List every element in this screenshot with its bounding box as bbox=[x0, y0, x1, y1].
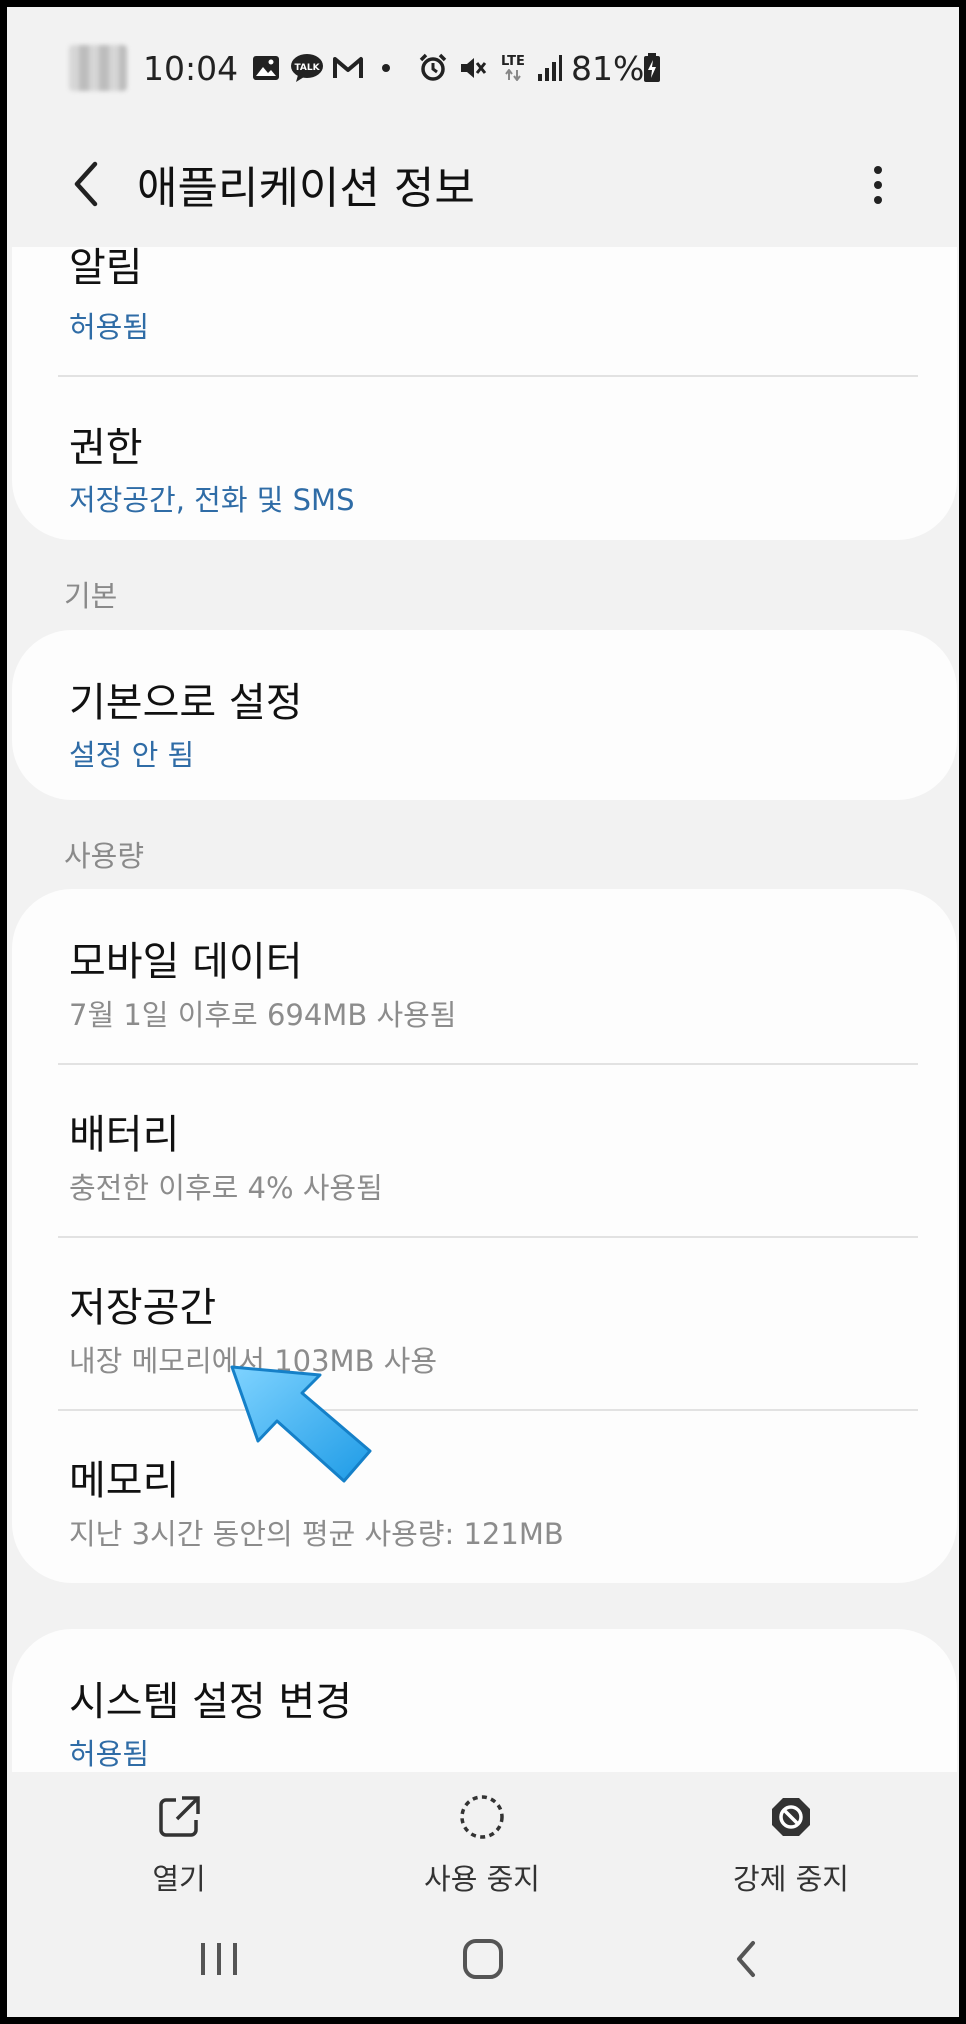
list-item-memory[interactable]: 메모리 지난 3시간 동안의 평균 사용량: 121MB bbox=[12, 1410, 957, 1583]
navigation-bar bbox=[7, 1897, 959, 2017]
open-button[interactable]: 열기 bbox=[79, 1792, 279, 1898]
item-title: 모바일 데이터 bbox=[69, 939, 303, 985]
force-stop-button[interactable]: 강제 중지 bbox=[691, 1792, 891, 1898]
list-item-permissions[interactable]: 권한 저장공간, 전화 및 SMS bbox=[12, 377, 957, 540]
list-item-set-as-default[interactable]: 기본으로 설정 설정 안 됨 bbox=[12, 630, 957, 800]
item-title: 배터리 bbox=[69, 1112, 180, 1158]
bottom-action-bar: 열기 사용 중지 강제 중지 bbox=[7, 1772, 959, 1896]
talk-icon-text: TALK bbox=[294, 63, 320, 73]
item-title: 알림 bbox=[69, 247, 143, 291]
list-item-modify-system-settings[interactable]: 시스템 설정 변경 허용됨 bbox=[12, 1629, 957, 1772]
item-subtitle: 설정 안 됨 bbox=[69, 738, 195, 772]
list-item-storage[interactable]: 저장공간 내장 메모리에서 103MB 사용 bbox=[12, 1237, 957, 1409]
item-title: 기본으로 설정 bbox=[69, 680, 303, 726]
force-stop-label: 강제 중지 bbox=[733, 1862, 849, 1896]
item-subtitle: 충전한 이후로 4% 사용됨 bbox=[69, 1171, 383, 1205]
lte-label: LTE bbox=[501, 54, 525, 69]
item-subtitle: 7월 1일 이후로 694MB 사용됨 bbox=[69, 998, 457, 1032]
nav-back-icon[interactable] bbox=[717, 1937, 777, 1981]
list-item-battery[interactable]: 배터리 충전한 이후로 4% 사용됨 bbox=[12, 1064, 957, 1236]
item-title: 저장공간 bbox=[69, 1285, 217, 1331]
notifications-permissions-card: 알림 허용됨 권한 저장공간, 전화 및 SMS bbox=[12, 247, 957, 540]
status-bar: 10:04 TALK LTE 81% bbox=[7, 7, 959, 122]
home-icon[interactable] bbox=[453, 1937, 513, 1981]
disable-dashed-circle-icon bbox=[457, 1792, 507, 1842]
item-title: 권한 bbox=[69, 425, 143, 471]
page-title: 애플리케이션 정보 bbox=[137, 163, 475, 214]
gmail-icon bbox=[331, 53, 365, 83]
section-header-usage: 사용량 bbox=[64, 839, 145, 873]
mute-icon bbox=[457, 53, 489, 83]
lte-icon: LTE bbox=[499, 53, 527, 83]
list-item-mobile-data[interactable]: 모바일 데이터 7월 1일 이후로 694MB 사용됨 bbox=[12, 889, 957, 1062]
force-stop-icon bbox=[766, 1792, 816, 1842]
back-arrow-icon[interactable] bbox=[63, 154, 113, 214]
recents-icon[interactable] bbox=[189, 1937, 249, 1981]
dot-icon bbox=[379, 53, 393, 83]
more-vert-icon[interactable] bbox=[863, 150, 893, 220]
item-subtitle: 허용됨 bbox=[69, 310, 150, 344]
section-header-default: 기본 bbox=[64, 579, 118, 613]
default-card: 기본으로 설정 설정 안 됨 bbox=[12, 630, 957, 800]
system-settings-card: 시스템 설정 변경 허용됨 bbox=[12, 1629, 957, 1772]
gallery-icon bbox=[251, 53, 281, 83]
item-title: 메모리 bbox=[69, 1458, 180, 1504]
disable-button[interactable]: 사용 중지 bbox=[382, 1792, 582, 1898]
list-item-notifications[interactable]: 알림 허용됨 bbox=[12, 247, 957, 377]
disable-label: 사용 중지 bbox=[424, 1862, 540, 1896]
app-info-screen: 10:04 TALK LTE 81% 애플리케이션 정보 알림 허용됨 권한 저… bbox=[7, 7, 959, 2017]
open-external-icon bbox=[154, 1792, 204, 1842]
usage-card: 모바일 데이터 7월 1일 이후로 694MB 사용됨 배터리 충전한 이후로 … bbox=[12, 889, 957, 1583]
blurred-notification-icon bbox=[69, 45, 127, 91]
annotation-arrow-icon bbox=[230, 1365, 372, 1483]
item-subtitle: 허용됨 bbox=[69, 1737, 150, 1771]
item-title: 시스템 설정 변경 bbox=[69, 1679, 353, 1725]
item-subtitle: 저장공간, 전화 및 SMS bbox=[69, 483, 355, 517]
status-time: 10:04 bbox=[143, 49, 239, 88]
open-label: 열기 bbox=[152, 1862, 206, 1896]
app-bar: 애플리케이션 정보 bbox=[7, 122, 959, 247]
item-subtitle: 지난 3시간 동안의 평균 사용량: 121MB bbox=[69, 1517, 564, 1551]
alarm-icon bbox=[417, 53, 449, 83]
signal-icon bbox=[535, 53, 565, 83]
battery-icon bbox=[641, 53, 663, 83]
battery-percent: 81% bbox=[571, 49, 645, 88]
talk-icon: TALK bbox=[289, 53, 325, 83]
